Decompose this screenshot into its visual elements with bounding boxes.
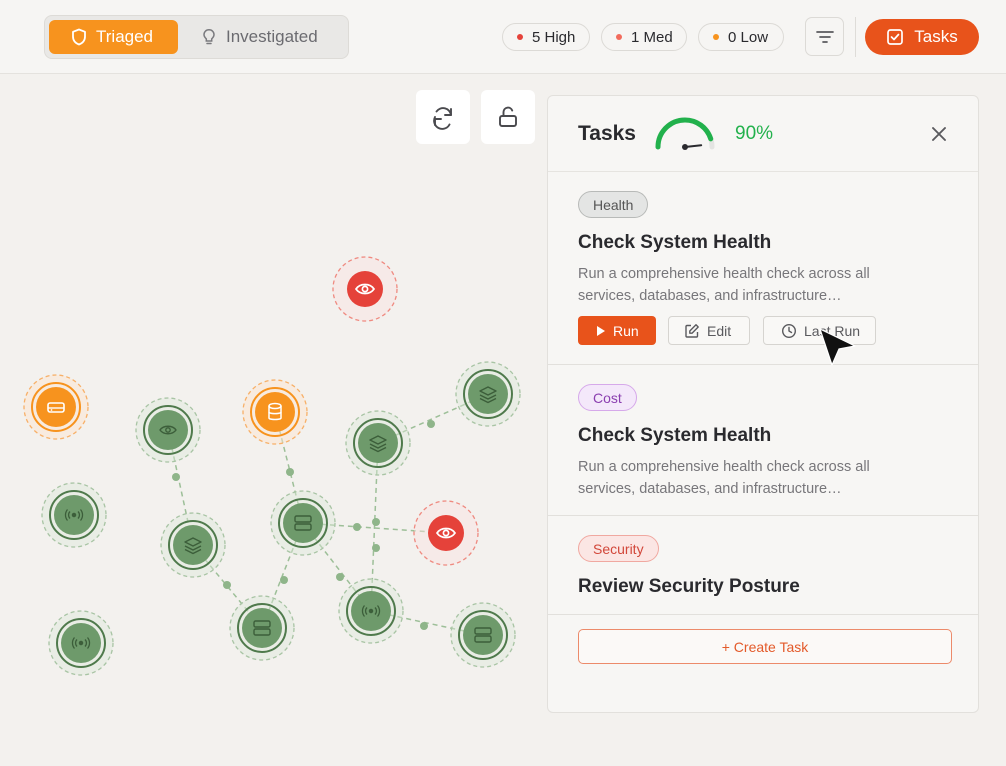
severity-med-dot <box>616 34 622 40</box>
graph-node-wireless[interactable] <box>338 578 404 644</box>
cursor-arrow-icon <box>819 328 856 366</box>
checkbox-icon <box>887 29 904 45</box>
header-divider <box>855 17 856 57</box>
edit-button[interactable]: Edit <box>668 316 750 345</box>
tasks-panel-title: Tasks <box>578 122 636 145</box>
graph-node-drive-warning[interactable] <box>23 374 89 440</box>
graph-node-server[interactable] <box>450 602 516 668</box>
tab-investigated-label: Investigated <box>226 27 318 46</box>
task-title: Check System Health <box>578 425 772 446</box>
shield-icon <box>72 28 86 46</box>
severity-low-dot <box>713 34 719 40</box>
severity-med-label: 1 Med <box>631 28 673 46</box>
view-toggle: Triaged Investigated <box>44 15 349 59</box>
top-bar: Triaged Investigated 5 High 1 Med 0 Low … <box>0 0 1006 74</box>
progress-gauge-hub <box>682 144 688 150</box>
graph-node-wireless[interactable] <box>48 610 114 676</box>
progress-gauge <box>655 117 715 150</box>
graph-node-wireless[interactable] <box>41 482 107 548</box>
create-task-button[interactable]: + Create Task <box>578 629 952 664</box>
filter-icon <box>815 30 834 43</box>
tab-triaged-label: Triaged <box>96 27 154 46</box>
edge-dot <box>353 523 361 531</box>
close-button[interactable] <box>927 122 951 146</box>
tasks-panel: Tasks 90% Health Check System Health Run… <box>547 95 979 713</box>
progress-percent: 90% <box>735 123 774 144</box>
edge-dot <box>172 473 180 481</box>
refresh-icon <box>433 107 452 130</box>
edge-dot <box>372 544 380 552</box>
task-description: Run a comprehensive health check across … <box>578 459 870 497</box>
edge-dot <box>372 518 380 526</box>
run-button-label: Run <box>613 322 639 339</box>
task-card[interactable]: Cost Check System Health Run a comprehen… <box>548 366 978 516</box>
task-title: Check System Health <box>578 232 772 253</box>
severity-low-label: 0 Low <box>728 28 769 46</box>
graph-node-layers[interactable] <box>160 512 226 578</box>
severity-high-label: 5 High <box>532 28 576 46</box>
edit-button-label: Edit <box>707 322 732 339</box>
edge-dot <box>420 622 428 630</box>
graph-node-server[interactable] <box>229 595 295 661</box>
graph-node-eye-critical[interactable] <box>332 256 398 322</box>
graph-node-layers[interactable] <box>345 410 411 476</box>
graph-node-eye-critical[interactable] <box>413 500 479 566</box>
close-icon <box>932 127 946 141</box>
progress-gauge-fill <box>655 117 715 150</box>
tasks-button-label: Tasks <box>914 27 958 46</box>
graph-node-layers[interactable] <box>455 361 521 427</box>
tab-investigated[interactable]: Investigated <box>195 20 345 54</box>
edge-dot <box>280 576 288 584</box>
graph-node-database-warning[interactable] <box>242 379 308 445</box>
clock-icon <box>781 323 797 338</box>
edge-dot <box>336 573 344 581</box>
graph-node-server[interactable] <box>270 490 336 556</box>
run-button[interactable]: Run <box>578 316 656 345</box>
task-card[interactable]: Security Review Security Posture <box>548 517 978 615</box>
lightbulb-icon <box>203 29 215 45</box>
edge-dot <box>427 420 435 428</box>
task-tag: Cost <box>578 384 637 411</box>
task-tag: Security <box>578 535 659 562</box>
task-title: Review Security Posture <box>578 576 800 597</box>
tab-triaged[interactable]: Triaged <box>49 20 178 54</box>
task-description: Run a comprehensive health check across … <box>578 266 870 304</box>
refresh-button[interactable] <box>416 90 470 144</box>
unlock-button[interactable] <box>481 90 535 144</box>
graph-node-eye[interactable] <box>135 397 201 463</box>
filter-button[interactable] <box>805 17 844 56</box>
severity-low-badge[interactable]: 0 Low <box>698 23 784 51</box>
play-icon <box>597 325 605 336</box>
severity-high-dot <box>517 34 523 40</box>
task-tag: Health <box>578 191 649 218</box>
edit-icon <box>685 323 699 338</box>
edge-dot <box>286 468 294 476</box>
tasks-panel-header: Tasks 90% <box>548 96 978 172</box>
severity-med-badge[interactable]: 1 Med <box>601 23 687 51</box>
severity-high-badge[interactable]: 5 High <box>502 23 590 51</box>
unlock-icon <box>499 106 517 127</box>
tasks-button[interactable]: Tasks <box>865 19 979 55</box>
task-card[interactable]: Health Check System Health Run a compreh… <box>548 173 978 365</box>
edge-dot <box>223 581 231 589</box>
